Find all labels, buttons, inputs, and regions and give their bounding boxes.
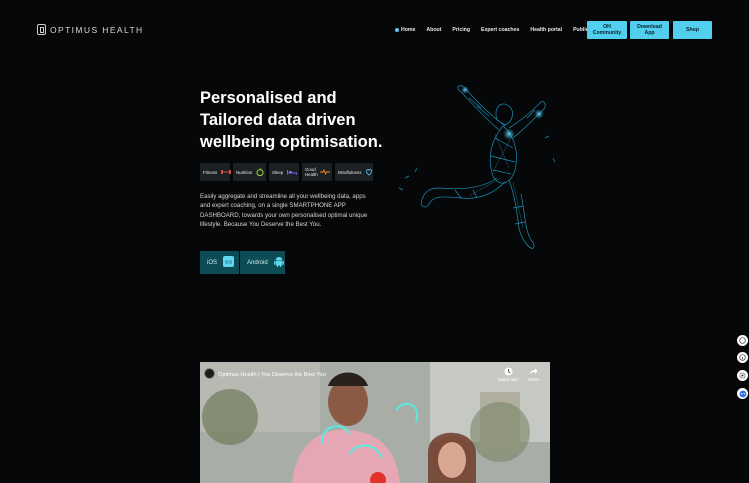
- nav-home-label: Home: [401, 27, 416, 33]
- dumbbell-icon: [221, 168, 232, 176]
- chip-mindfulness[interactable]: Mindfulness: [335, 163, 373, 181]
- category-chips: Fitness Nutrition Sleep Good Health Mind…: [200, 163, 373, 181]
- nav-health-portal[interactable]: Health portal: [530, 27, 562, 33]
- download-app-button[interactable]: Download App: [630, 21, 669, 39]
- nav-pricing[interactable]: Pricing: [452, 27, 470, 33]
- svg-text:iOS: iOS: [225, 259, 233, 264]
- android-logo-icon: [273, 254, 284, 272]
- info-icon: [739, 354, 746, 361]
- android-download-button[interactable]: Android: [240, 251, 285, 274]
- hero-headline: Personalised and Tailored data driven we…: [200, 89, 383, 151]
- share-arrow-icon: [530, 368, 538, 375]
- chip-good-health[interactable]: Good Health: [302, 163, 332, 181]
- apple-icon: [256, 168, 264, 176]
- watch-later-label: Watch later: [498, 377, 520, 382]
- chat-bubble-icon: [739, 337, 746, 344]
- video-title[interactable]: Optimus Health | You Deserve the Best Yo…: [218, 372, 326, 378]
- nav-home[interactable]: Home: [395, 27, 415, 33]
- chip-sleep[interactable]: Sleep: [269, 163, 299, 181]
- channel-avatar[interactable]: [204, 368, 215, 379]
- heartbeat-icon: [320, 168, 330, 176]
- bed-icon: [287, 168, 298, 176]
- ios-label: iOS: [207, 259, 218, 266]
- chip-sleep-label: Sleep: [272, 169, 284, 175]
- apple-logo-icon: iOS: [223, 254, 235, 272]
- share-button[interactable]: Share: [528, 367, 539, 382]
- logo[interactable]: OPTIMUS HEALTH: [37, 24, 144, 35]
- side-info-button[interactable]: [737, 352, 748, 363]
- side-assistant-button[interactable]: [737, 388, 748, 399]
- brain-icon: [365, 168, 373, 176]
- share-label: Share: [528, 377, 540, 382]
- chip-fitness-label: Fitness: [203, 169, 218, 175]
- gear-icon: [739, 372, 746, 379]
- side-settings-button[interactable]: [737, 370, 748, 381]
- clock-icon: [504, 367, 513, 376]
- video-player[interactable]: Optimus Health | You Deserve the Best Yo…: [200, 362, 550, 483]
- chip-nutrition[interactable]: Nutrition: [233, 163, 266, 181]
- oh-community-button[interactable]: OH Community: [587, 21, 627, 39]
- active-dot-icon: [395, 28, 399, 32]
- bot-icon: [739, 390, 746, 397]
- nav-about[interactable]: About: [426, 27, 441, 33]
- side-chat-button[interactable]: [737, 335, 748, 346]
- chip-nutrition-label: Nutrition: [236, 169, 253, 175]
- ios-download-button[interactable]: iOS iOS: [200, 251, 239, 274]
- logo-mark-icon: [37, 24, 46, 35]
- hero-description: Easily aggregate and streamline all your…: [200, 193, 368, 228]
- chip-good-health-label: Good Health: [305, 167, 318, 177]
- logo-text: OPTIMUS HEALTH: [50, 24, 144, 35]
- hero-wireframe-figure: [385, 78, 565, 253]
- android-label: Android: [247, 259, 268, 266]
- watch-later-button[interactable]: Watch later: [498, 367, 519, 382]
- shop-button[interactable]: Shop: [673, 21, 712, 39]
- chip-fitness[interactable]: Fitness: [200, 163, 232, 181]
- main-nav: Home About Pricing Expert coaches Health…: [395, 21, 615, 39]
- nav-expert-coaches[interactable]: Expert coaches: [481, 27, 519, 33]
- chip-mindfulness-label: Mindfulness: [338, 169, 362, 175]
- runner-wireframe-icon: [398, 85, 556, 249]
